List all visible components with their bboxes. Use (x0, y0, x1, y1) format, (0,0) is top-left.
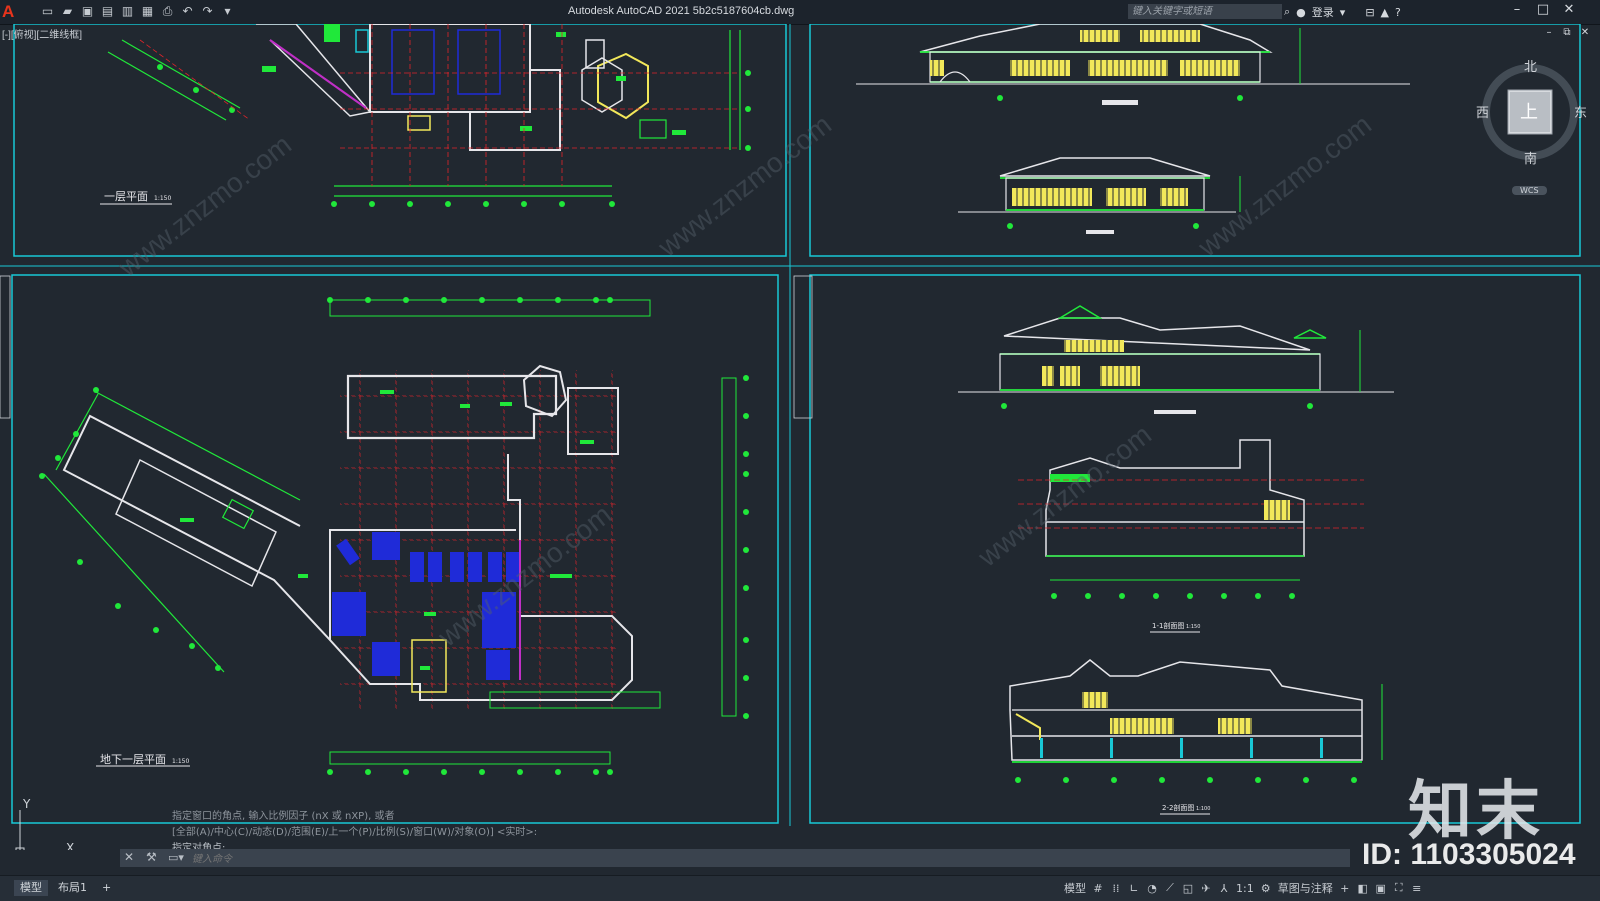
wcs-menu[interactable]: WCS (1512, 186, 1547, 195)
basement-plan[interactable] (39, 297, 749, 775)
recent-commands-icon[interactable]: ▭▾ (168, 851, 184, 864)
clean-screen-icon[interactable]: ⛶ (1393, 881, 1405, 895)
hardware-acceleration-icon[interactable]: ▣ (1375, 882, 1387, 895)
command-history-line: [全部(A)/中心(C)/动态(D)/范围(E)/上一个(P)/比例(S)/窗口… (172, 827, 538, 838)
section-drawings[interactable] (958, 305, 1394, 815)
ortho-icon[interactable]: ∟ (1128, 882, 1140, 895)
exchange-icon[interactable]: ▲ (1381, 6, 1389, 19)
quick-access-toolbar: ▭ ▰ ▣ ▤ ▥ ▦ ⎙ ↶ ↷ ▾ (40, 4, 235, 19)
polar-icon[interactable]: ◔ (1146, 882, 1158, 895)
new-file-icon[interactable]: ▭ (40, 4, 55, 19)
login-dropdown-icon[interactable]: ▾ (1340, 6, 1346, 19)
maximize-button[interactable]: □ (1532, 2, 1554, 17)
plot-icon[interactable]: ⎙ (160, 4, 175, 19)
window-title: Autodesk AutoCAD 2021 5b2c5187604cb.dwg (568, 5, 795, 17)
help-icon[interactable]: ? (1395, 6, 1401, 19)
login-link[interactable]: 登录 (1312, 4, 1334, 20)
minimize-button[interactable]: – (1506, 2, 1528, 17)
basement-scale: 1:150 (172, 758, 189, 765)
search-icon[interactable]: ⌕ (1284, 5, 1290, 19)
view-cube-ring-icon (1482, 64, 1578, 160)
section1-title: 1-1剖面图 (1152, 621, 1184, 630)
snap-icon[interactable]: ⁞⁞ (1110, 882, 1122, 895)
viewport-frame-bottom-right[interactable] (809, 274, 1581, 824)
undo-icon[interactable]: ↶ (180, 4, 195, 19)
tab-layout1[interactable]: 布局1 (52, 880, 93, 896)
customize-toolbar-icon[interactable]: ▾ (220, 4, 235, 19)
view-cube[interactable]: 北 南 东 西 上 WCS (1472, 60, 1592, 195)
web-open-icon[interactable]: ▥ (120, 4, 135, 19)
command-input[interactable] (190, 850, 1294, 868)
annotation-visibility-icon[interactable]: ✈ (1200, 882, 1212, 895)
customization-menu-icon[interactable]: ≡ (1411, 882, 1423, 895)
annotation-scale-value[interactable]: 1:1 (1236, 882, 1254, 895)
ucs-x-label: X (66, 841, 74, 850)
viewport-controls-label[interactable]: [-][俯视][二维线框] (2, 26, 82, 41)
viewport-frame-top-left[interactable] (13, 24, 787, 257)
title-block-strip (0, 275, 11, 419)
user-icon[interactable]: ● (1296, 6, 1306, 19)
cube-top-face[interactable]: 上 (1520, 98, 1538, 124)
redo-icon[interactable]: ↷ (200, 4, 215, 19)
save-as-icon[interactable]: ▤ (100, 4, 115, 19)
plan1-scale: 1:150 (154, 195, 171, 202)
command-line: ✕ ⚒ ▭▾ (120, 849, 1350, 868)
cart-icon[interactable]: ⊟ (1365, 6, 1374, 19)
status-bar: 模型 布局1 + 模型 # ⁞⁞ ∟ ◔ ⟋ ◱ ✈ ⅄ 1:1 ⚙ 草图与注释… (0, 875, 1600, 901)
object-snap-icon[interactable]: ◱ (1182, 882, 1194, 895)
grid-icon[interactable]: # (1092, 882, 1104, 895)
section2-scale: 1:100 (1196, 806, 1210, 812)
account-area: ⌕ ● 登录 ▾ ⊟ ▲ ? (1284, 4, 1401, 20)
open-folder-icon[interactable]: ▰ (60, 4, 75, 19)
ucs-y-label: Y (22, 797, 31, 811)
app-logo[interactable]: A (2, 2, 24, 22)
compass-south[interactable]: 南 (1524, 148, 1537, 167)
compass-east[interactable]: 东 (1574, 102, 1587, 121)
add-layout-icon[interactable]: + (96, 880, 117, 896)
elevation-drawings[interactable] (856, 24, 1410, 234)
section1-scale: 1:150 (1186, 624, 1200, 630)
web-save-icon[interactable]: ▦ (140, 4, 155, 19)
title-bar: A ▭ ▰ ▣ ▤ ▥ ▦ ⎙ ↶ ↷ ▾ Autodesk AutoCAD 2… (0, 0, 1600, 25)
first-floor-plan[interactable] (100, 24, 751, 207)
plan1-title: 一层平面 (104, 190, 148, 203)
command-history-line: 指定窗口的角点, 输入比例因子 (nX 或 nXP), 或者 (172, 811, 395, 822)
isodraft-icon[interactable]: ⟋ (1164, 881, 1176, 895)
model-space-button[interactable]: 模型 (1064, 880, 1086, 896)
plus-icon[interactable]: + (1339, 882, 1351, 895)
search-input[interactable]: 键入关键字或短语 (1128, 4, 1282, 19)
section2-title: 2-2剖面图 (1162, 803, 1194, 812)
workspace-switch[interactable]: 草图与注释 (1278, 880, 1333, 896)
compass-north[interactable]: 北 (1524, 56, 1537, 75)
viewport-frame-top-right[interactable] (809, 24, 1581, 257)
workspace-gear-icon[interactable]: ⚙ (1260, 882, 1272, 895)
ucs-icon (15, 810, 25, 850)
viewport-close-button[interactable]: ✕ (1574, 27, 1596, 38)
isolate-objects-icon[interactable]: ◧ (1357, 882, 1369, 895)
close-button[interactable]: ✕ (1558, 2, 1580, 17)
status-toolbar: 模型 # ⁞⁞ ∟ ◔ ⟋ ◱ ✈ ⅄ 1:1 ⚙ 草图与注释 + ◧ ▣ ⛶ … (1064, 880, 1423, 896)
compass-west[interactable]: 西 (1476, 102, 1489, 121)
basement-title: 地下一层平面 (100, 753, 166, 766)
id-watermark: ID: 1103305024 (1362, 838, 1576, 871)
annotation-scale-icon[interactable]: ⅄ (1218, 882, 1230, 895)
customize-command-icon[interactable]: ⚒ (146, 850, 157, 864)
save-icon[interactable]: ▣ (80, 4, 95, 19)
tab-model[interactable]: 模型 (14, 880, 48, 896)
close-command-icon[interactable]: ✕ (124, 850, 134, 864)
